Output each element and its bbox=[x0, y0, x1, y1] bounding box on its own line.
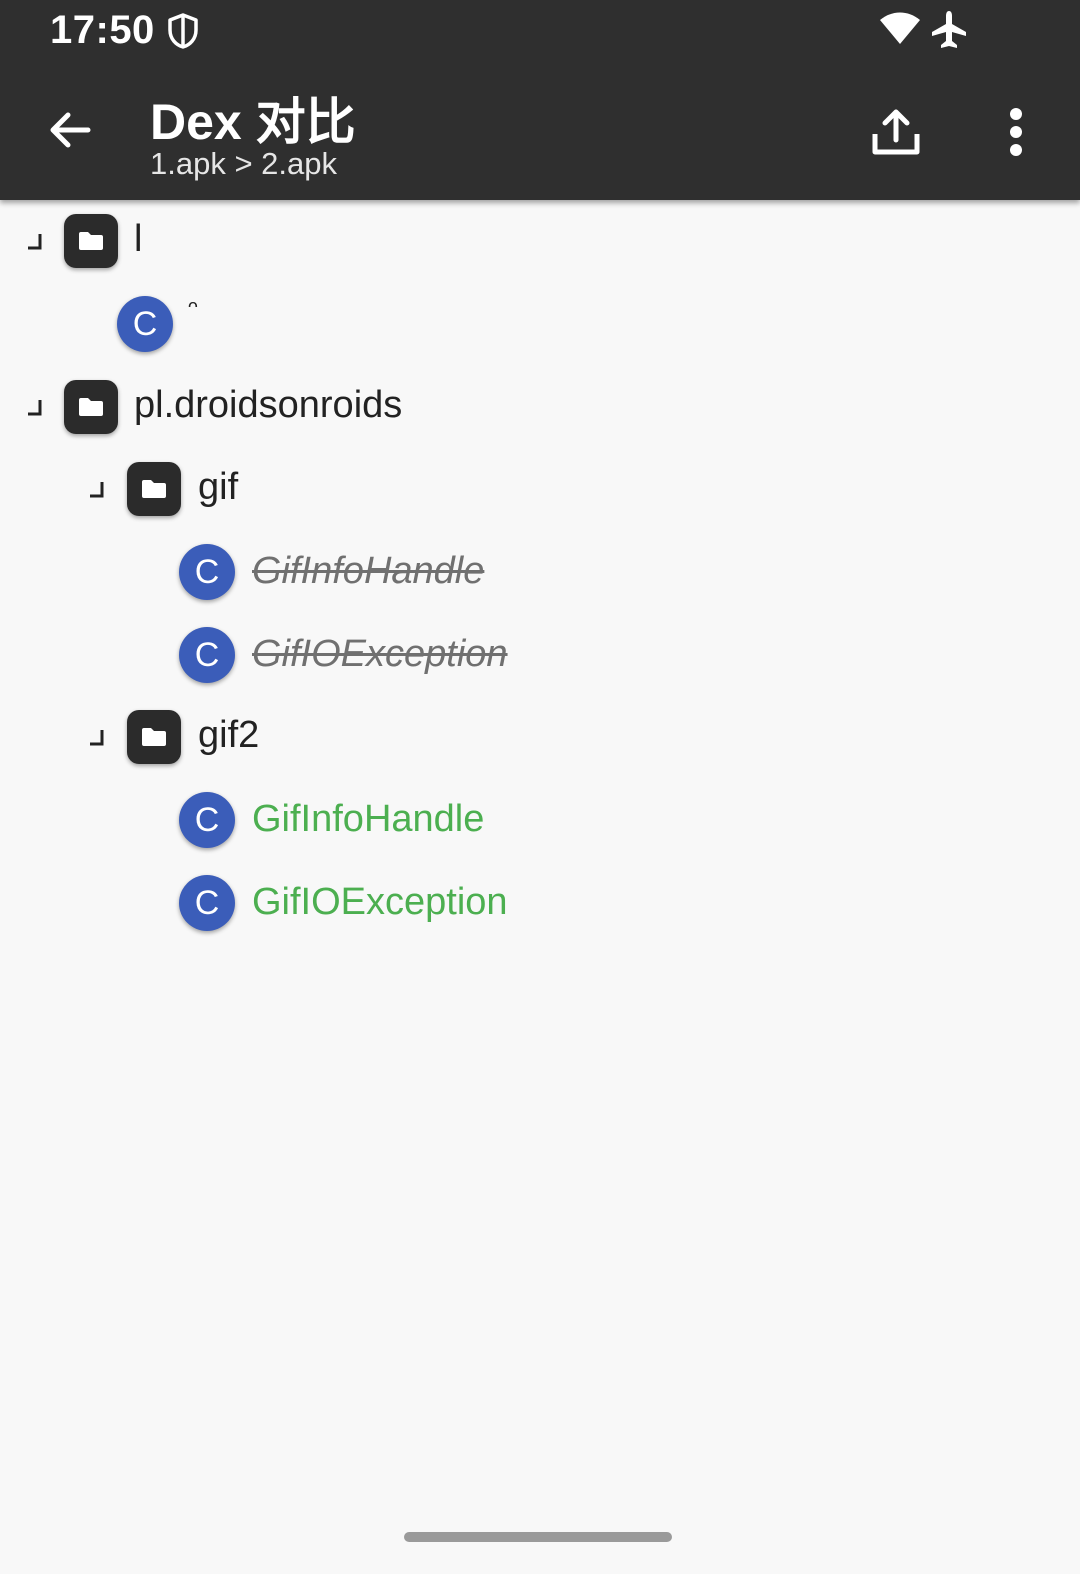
tree-row-class[interactable]: C GifInfoHandle bbox=[0, 530, 1080, 612]
tree-row-package[interactable]: gif2 bbox=[0, 696, 1080, 778]
class-icon: C bbox=[179, 792, 235, 848]
more-vertical-icon bbox=[1010, 108, 1022, 156]
airplane-icon bbox=[932, 11, 966, 48]
app-bar: 17:50 Dex 对比 1.apk > 2.apk bbox=[0, 0, 1080, 200]
expanded-indicator-icon bbox=[90, 730, 104, 746]
tree-node-label: gif2 bbox=[198, 714, 260, 756]
share-button[interactable] bbox=[860, 96, 932, 168]
page-subtitle: 1.apk > 2.apk bbox=[150, 146, 337, 181]
expanded-indicator-icon bbox=[28, 234, 42, 250]
tree-row-package[interactable]: pl.droidsonroids bbox=[0, 366, 1080, 448]
shield-icon bbox=[168, 13, 198, 49]
back-button[interactable] bbox=[36, 96, 104, 164]
class-icon: C bbox=[117, 296, 173, 352]
tree-row-class[interactable]: C GifInfoHandle bbox=[0, 778, 1080, 860]
class-icon: C bbox=[179, 544, 235, 600]
arrow-left-icon bbox=[50, 112, 91, 148]
wifi-icon bbox=[880, 12, 920, 44]
page-title: Dex 对比 bbox=[150, 94, 356, 150]
expanded-indicator-icon bbox=[90, 482, 104, 498]
tree-row-class[interactable]: C GifIOException bbox=[0, 861, 1080, 943]
status-time: 17:50 bbox=[50, 8, 155, 52]
tree-row-class[interactable]: C GifIOException bbox=[0, 613, 1080, 695]
tree-row-class[interactable]: C ᵔ bbox=[0, 282, 1080, 364]
tree-node-label: GifInfoHandle bbox=[252, 550, 485, 592]
tree-node-label: GifInfoHandle bbox=[252, 798, 485, 840]
gesture-navigation-bar[interactable] bbox=[404, 1532, 672, 1542]
tree-node-label: GifIOException bbox=[252, 633, 508, 675]
tree-row-package[interactable]: l bbox=[0, 200, 1080, 282]
folder-icon bbox=[64, 380, 118, 434]
folder-icon bbox=[127, 462, 181, 516]
class-icon: C bbox=[179, 875, 235, 931]
folder-icon bbox=[64, 214, 118, 268]
tree-node-label: gif bbox=[198, 466, 239, 508]
folder-icon bbox=[127, 710, 181, 764]
share-upload-icon bbox=[872, 109, 920, 155]
tree-node-label: pl.droidsonroids bbox=[134, 384, 403, 426]
tree-row-package[interactable]: gif bbox=[0, 448, 1080, 530]
expanded-indicator-icon bbox=[28, 400, 42, 416]
tree-node-label: l bbox=[134, 218, 143, 260]
tree-node-label: GifIOException bbox=[252, 881, 508, 923]
more-options-button[interactable] bbox=[984, 96, 1048, 168]
class-icon: C bbox=[179, 627, 235, 683]
tree-node-label: ᵔ bbox=[188, 294, 198, 324]
